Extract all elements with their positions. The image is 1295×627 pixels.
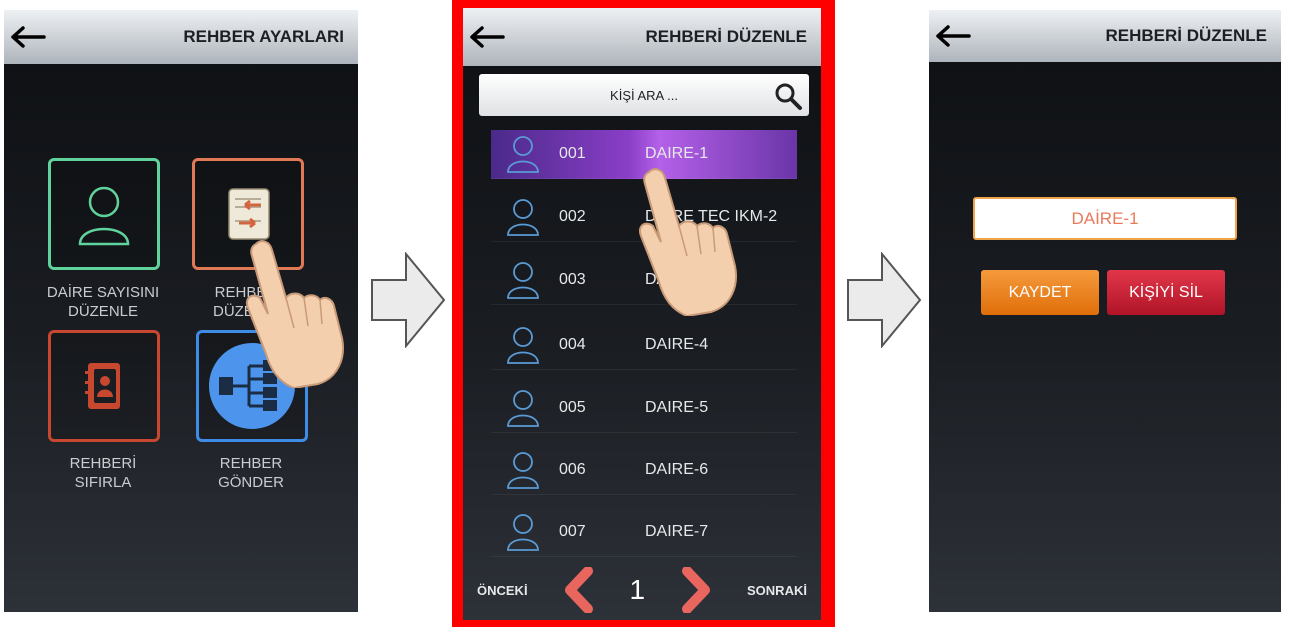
search-icon[interactable] <box>773 81 803 111</box>
chevron-left-icon[interactable] <box>562 567 596 613</box>
tile-reset-directory[interactable] <box>48 330 160 442</box>
entry-number: 004 <box>559 336 586 353</box>
person-icon <box>501 325 545 365</box>
settings-screen: REHBER AYARLARI DAİRE SAYISINI DÜZENLE RE… <box>4 10 358 612</box>
entry-name: DAIRE-5 <box>645 399 709 416</box>
delete-contact-button[interactable]: KİŞİYİ SİL <box>1107 270 1225 315</box>
person-icon <box>501 197 545 237</box>
person-icon <box>501 134 545 174</box>
name-input[interactable]: DAİRE-1 <box>973 197 1237 240</box>
chevron-right-icon[interactable] <box>679 567 713 613</box>
tile-label: REHBER GÖNDER <box>218 455 284 491</box>
next-step-arrow-icon <box>847 252 922 348</box>
edit-entry-screen: REHBERİ DÜZENLE DAİRE-1 KAYDET KİŞİYİ Sİ… <box>929 10 1281 612</box>
entry-number: 005 <box>559 399 586 416</box>
person-icon <box>501 260 545 300</box>
entry-name: DAIRE-6 <box>645 461 709 478</box>
person-icon <box>501 512 545 552</box>
list-item[interactable]: 005 DAIRE-5 <box>491 384 797 433</box>
person-icon <box>501 450 545 490</box>
pagination: ÖNCEKİ 1 SONRAKİ <box>463 560 821 620</box>
person-icon <box>501 388 545 428</box>
header-bar: REHBERİ DÜZENLE <box>929 10 1281 62</box>
header-bar: REHBER AYARLARI <box>4 10 358 64</box>
list-item[interactable]: 006 DAIRE-6 <box>491 446 797 495</box>
page-title: REHBERİ DÜZENLE <box>1105 26 1267 45</box>
previous-button[interactable]: ÖNCEKİ <box>477 583 528 598</box>
next-button[interactable]: SONRAKİ <box>747 583 807 598</box>
next-step-arrow-icon <box>371 252 446 348</box>
tile-label: REHBERİ SIFIRLA <box>69 455 137 491</box>
edit-directory-screen: REHBERİ DÜZENLE KİŞİ ARA ... 001 DAIRE-1… <box>463 8 821 620</box>
entry-name: DAIRE-4 <box>645 336 709 353</box>
entry-number: 003 <box>559 271 586 288</box>
entry-number: 007 <box>559 523 586 540</box>
tile-label: DAİRE SAYISINI DÜZENLE <box>46 284 160 320</box>
list-item[interactable]: 004 DAIRE-4 <box>491 321 797 370</box>
entry-number: 006 <box>559 461 586 478</box>
page-title: REHBERİ DÜZENLE <box>645 27 807 46</box>
list-item[interactable]: 007 DAIRE-7 <box>491 508 797 557</box>
address-book-icon <box>85 363 120 409</box>
page-number: 1 <box>629 574 646 605</box>
back-arrow-icon[interactable] <box>935 23 973 49</box>
search-input[interactable]: KİŞİ ARA ... <box>479 74 809 116</box>
person-icon <box>78 186 130 246</box>
entry-name: DAIRE-7 <box>645 523 709 540</box>
save-button[interactable]: KAYDET <box>981 270 1099 315</box>
pointing-hand-icon <box>639 168 737 316</box>
tile-edit-apartment-count[interactable] <box>48 158 160 270</box>
back-arrow-icon[interactable] <box>10 24 48 50</box>
entry-number: 001 <box>559 145 586 162</box>
page-title: REHBER AYARLARI <box>183 27 344 46</box>
entry-name: DAIRE-1 <box>645 145 709 162</box>
back-arrow-icon[interactable] <box>469 24 507 50</box>
header-bar: REHBERİ DÜZENLE <box>463 8 821 66</box>
pointing-hand-icon <box>246 240 344 388</box>
search-placeholder: KİŞİ ARA ... <box>610 87 678 103</box>
entry-number: 002 <box>559 208 586 225</box>
